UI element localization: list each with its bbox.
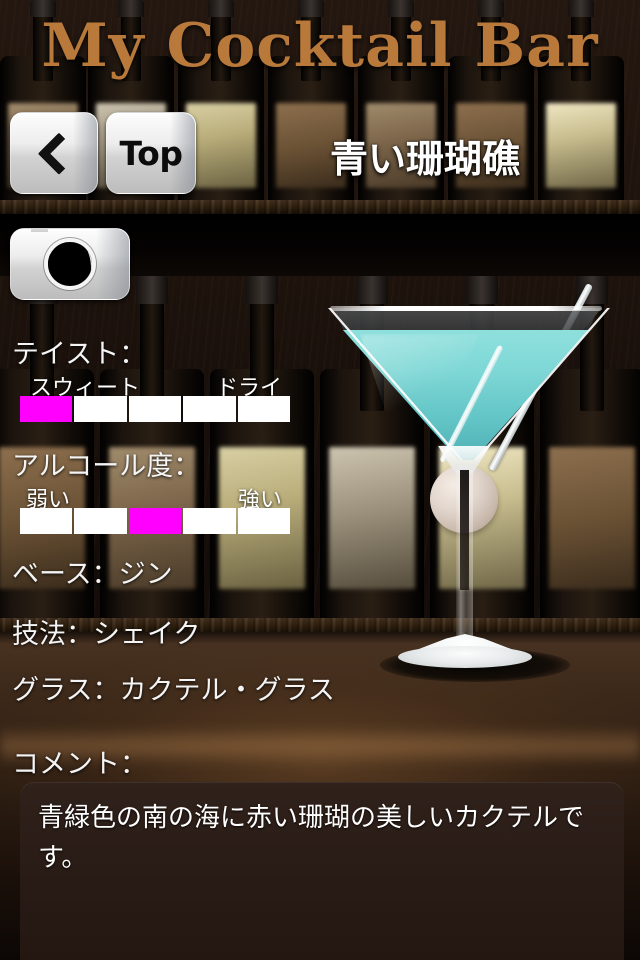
alcohol-meter (20, 508, 291, 534)
top-button-label: Top (119, 133, 183, 173)
taste-meter (20, 396, 291, 422)
glass-foot-top (398, 646, 532, 668)
app-root: My Cocktail Bar Top 青い珊瑚礁 テイスト： スウィート ドラ… (0, 0, 640, 960)
technique-row: 技法：シェイク (12, 619, 201, 650)
page-title: 青い珊瑚礁 (329, 137, 520, 181)
comment-box[interactable]: 青緑色の南の海に赤い珊瑚の美しいカクテルです。 (20, 782, 624, 960)
bottle-label (545, 102, 617, 189)
camera-icon (44, 238, 96, 290)
base-row: ベース：ジン (12, 559, 173, 590)
back-button[interactable] (10, 112, 98, 194)
comment-text: 青緑色の南の海に赤い珊瑚の美しいカクテルです。 (38, 803, 585, 873)
meter-segment (20, 396, 73, 422)
camera-button[interactable] (10, 228, 130, 300)
alcohol-label: アルコール度： (12, 451, 201, 482)
meter-segment (128, 508, 182, 534)
bottle (210, 276, 314, 632)
top-button[interactable]: Top (106, 112, 196, 194)
meter-segment (74, 508, 127, 534)
bottle-cap (246, 276, 278, 305)
app-title: My Cocktail Bar (41, 11, 599, 81)
meter-segment (20, 508, 73, 534)
glass-row: グラス：カクテル・グラス (12, 675, 335, 706)
meter-segment (237, 396, 291, 422)
bottle-label (185, 102, 257, 189)
cocktail-glass-photo (320, 250, 620, 700)
meter-segment (128, 396, 182, 422)
comment-label: コメント： (12, 749, 147, 780)
chevron-left-icon (37, 132, 81, 175)
glass-rim (330, 306, 602, 311)
meter-segment (237, 508, 291, 534)
meter-segment (183, 508, 236, 534)
camera-bump (31, 229, 48, 232)
meter-segment (74, 396, 127, 422)
glass-stem-core (460, 470, 469, 590)
bottle-cap (136, 276, 168, 305)
meter-segment (183, 396, 236, 422)
taste-label: テイスト： (12, 339, 147, 370)
